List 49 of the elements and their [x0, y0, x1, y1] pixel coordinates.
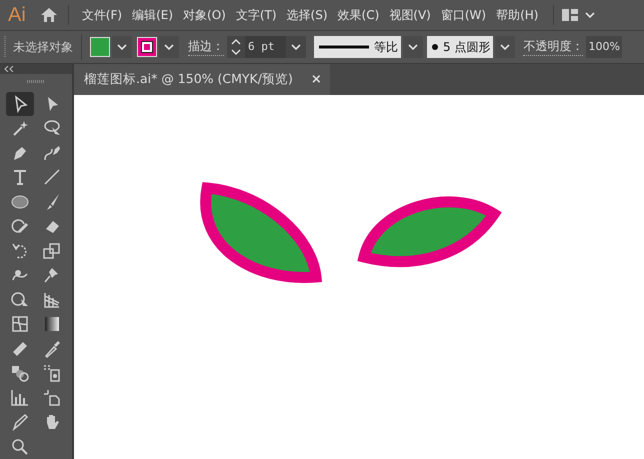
chevron-down-icon — [116, 43, 128, 51]
dropdown-button[interactable] — [495, 36, 516, 58]
artboard-icon — [42, 388, 62, 408]
menu-item[interactable]: 窗口(W) — [440, 6, 486, 24]
document-tab[interactable]: 榴莲图标.ai* @ 150% (CMYK/预览) × — [74, 64, 330, 95]
dropdown-button[interactable] — [112, 36, 132, 58]
stroke-profile-dropdown[interactable]: 等比 — [314, 36, 401, 58]
spinner-arrows-icon[interactable] — [231, 38, 241, 56]
chevron-down-icon[interactable] — [290, 43, 302, 51]
home-icon[interactable] — [40, 7, 58, 23]
spray-can-icon — [42, 363, 62, 384]
line-segment-icon — [42, 167, 62, 188]
menu-item[interactable]: 视图(V) — [389, 6, 431, 24]
opacity-label[interactable]: 不透明度： — [523, 38, 584, 56]
blend-icon — [10, 363, 30, 384]
tool-button[interactable] — [6, 92, 34, 116]
stroke-label[interactable]: 描边： — [188, 38, 224, 56]
selection-status: 未选择对象 — [13, 38, 73, 56]
stroke-swatch[interactable] — [137, 37, 157, 57]
grip-icon[interactable] — [4, 36, 7, 58]
opacity-field[interactable]: 100% — [586, 36, 622, 58]
menu-item[interactable]: 帮助(H) — [496, 6, 538, 24]
menu-item[interactable]: 效果(C) — [338, 6, 380, 24]
chevron-down-icon — [407, 43, 419, 51]
dropdown-button[interactable] — [159, 36, 179, 58]
stroke-line-icon — [319, 45, 369, 49]
eyedropper-icon — [42, 338, 62, 359]
menu-item[interactable]: 文件(F) — [82, 6, 122, 24]
bar-chart-icon — [10, 388, 30, 408]
brush-dropdown[interactable]: 5 点圆形 — [427, 36, 494, 58]
close-tab-button[interactable]: × — [310, 72, 322, 87]
dot-icon — [432, 44, 438, 50]
zoom-icon — [10, 436, 30, 457]
menu-item[interactable]: 选择(S) — [286, 6, 328, 24]
chevron-down-icon — [163, 43, 175, 51]
layout-icon — [562, 9, 578, 21]
workspace-switcher[interactable] — [562, 9, 596, 21]
menu-item[interactable]: 文字(T) — [236, 6, 277, 24]
mesh-icon — [10, 314, 30, 334]
collapse-icon[interactable] — [4, 66, 14, 72]
menu-item[interactable]: 编辑(E) — [132, 6, 174, 24]
grip-icon[interactable] — [27, 80, 45, 84]
scale-icon — [42, 240, 62, 261]
dropdown-button[interactable] — [403, 36, 423, 58]
stroke-weight-field[interactable]: 6 pt — [227, 36, 306, 58]
menu-item[interactable]: 对象(O) — [183, 6, 226, 24]
chevron-down-icon — [499, 43, 512, 51]
fill-swatch[interactable] — [90, 37, 110, 57]
chevron-down-icon — [584, 11, 596, 19]
